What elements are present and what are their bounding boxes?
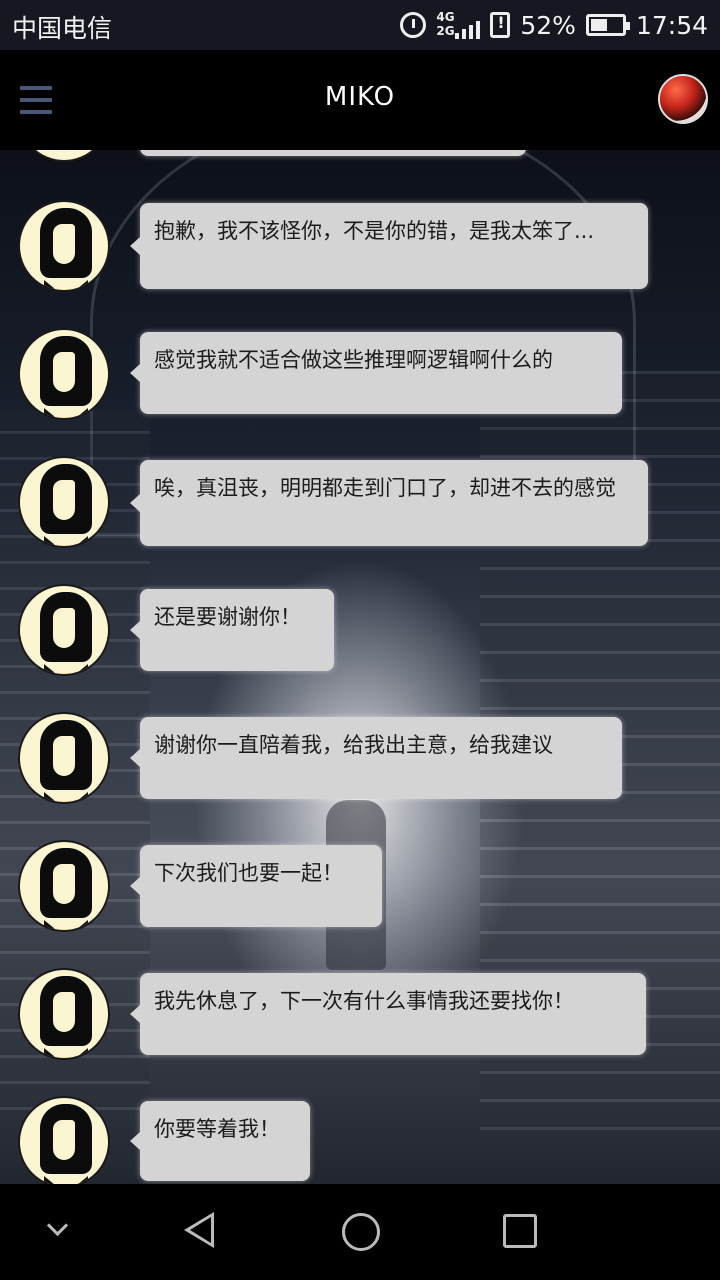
miko-avatar[interactable] xyxy=(18,328,110,420)
miko-avatar xyxy=(18,150,110,162)
message-text: 下次我们也要一起！ xyxy=(154,861,343,885)
status-bar: 中国电信 4G 2G 52% 17:54 xyxy=(0,0,720,50)
miko-avatar[interactable] xyxy=(18,200,110,292)
message-bubble[interactable]: 感觉我就不适合做这些推理啊逻辑啊什么的 xyxy=(130,332,622,414)
message-bubble[interactable]: 谢谢你一直陪着我，给我出主意，给我建议 xyxy=(130,717,622,799)
message-bubble[interactable]: 唉，真沮丧，明明都走到门口了，却进不去的感觉 xyxy=(130,460,648,546)
alarm-icon xyxy=(400,12,427,38)
message-text: 谢谢你一直陪着我，给我出主意，给我建议 xyxy=(154,733,553,757)
message-text: 感觉我就不适合做这些推理啊逻辑啊什么的 xyxy=(154,348,553,372)
message-bubble-partial xyxy=(140,150,526,156)
message-text: 你要等着我！ xyxy=(154,1117,280,1141)
network-type-bottom: 2G xyxy=(436,24,455,38)
system-nav-bar xyxy=(0,1184,720,1280)
message-bubble[interactable]: 还是要谢谢你！ xyxy=(130,589,334,671)
chat-area[interactable]: 抱歉，我不该怪你，不是你的错，是我太笨了... 感觉我就不适合做这些推理啊逻辑啊… xyxy=(0,150,720,1184)
miko-avatar[interactable] xyxy=(18,456,110,548)
miko-avatar[interactable] xyxy=(18,968,110,1060)
app-bar: MIKO xyxy=(0,50,720,150)
signal-bars xyxy=(455,21,481,39)
message-text: 抱歉，我不该怪你，不是你的错，是我太笨了... xyxy=(154,219,595,243)
sim-alert-icon xyxy=(490,12,511,38)
message-bubble[interactable]: 我先休息了，下一次有什么事情我还要找你！ xyxy=(130,973,646,1055)
chat-title: MIKO xyxy=(324,82,396,112)
battery-percent: 52% xyxy=(520,10,576,40)
message-text: 还是要谢谢你！ xyxy=(154,605,301,629)
recents-icon[interactable] xyxy=(503,1214,537,1248)
miko-avatar[interactable] xyxy=(18,1096,110,1184)
message-bubble[interactable]: 下次我们也要一起！ xyxy=(130,845,382,927)
collapse-chevron-icon[interactable] xyxy=(46,1214,69,1237)
miko-avatar[interactable] xyxy=(18,712,110,804)
user-avatar[interactable] xyxy=(658,74,708,124)
signal-icon: 4G 2G xyxy=(436,9,481,41)
message-bubble[interactable]: 抱歉，我不该怪你，不是你的错，是我太笨了... xyxy=(130,203,648,289)
carrier-label: 中国电信 xyxy=(12,14,113,43)
message-text: 我先休息了，下一次有什么事情我还要找你！ xyxy=(154,989,574,1013)
back-icon[interactable] xyxy=(184,1212,214,1248)
message-text: 唉，真沮丧，明明都走到门口了，却进不去的感觉 xyxy=(154,476,616,500)
home-icon[interactable] xyxy=(342,1213,380,1251)
network-type-top: 4G xyxy=(436,10,455,24)
message-bubble[interactable]: 你要等着我！ xyxy=(130,1101,310,1181)
miko-avatar[interactable] xyxy=(18,584,110,676)
status-icons: 4G 2G 52% 17:54 xyxy=(400,9,708,41)
battery-icon xyxy=(585,14,630,36)
miko-avatar[interactable] xyxy=(18,840,110,932)
clock: 17:54 xyxy=(635,10,708,40)
